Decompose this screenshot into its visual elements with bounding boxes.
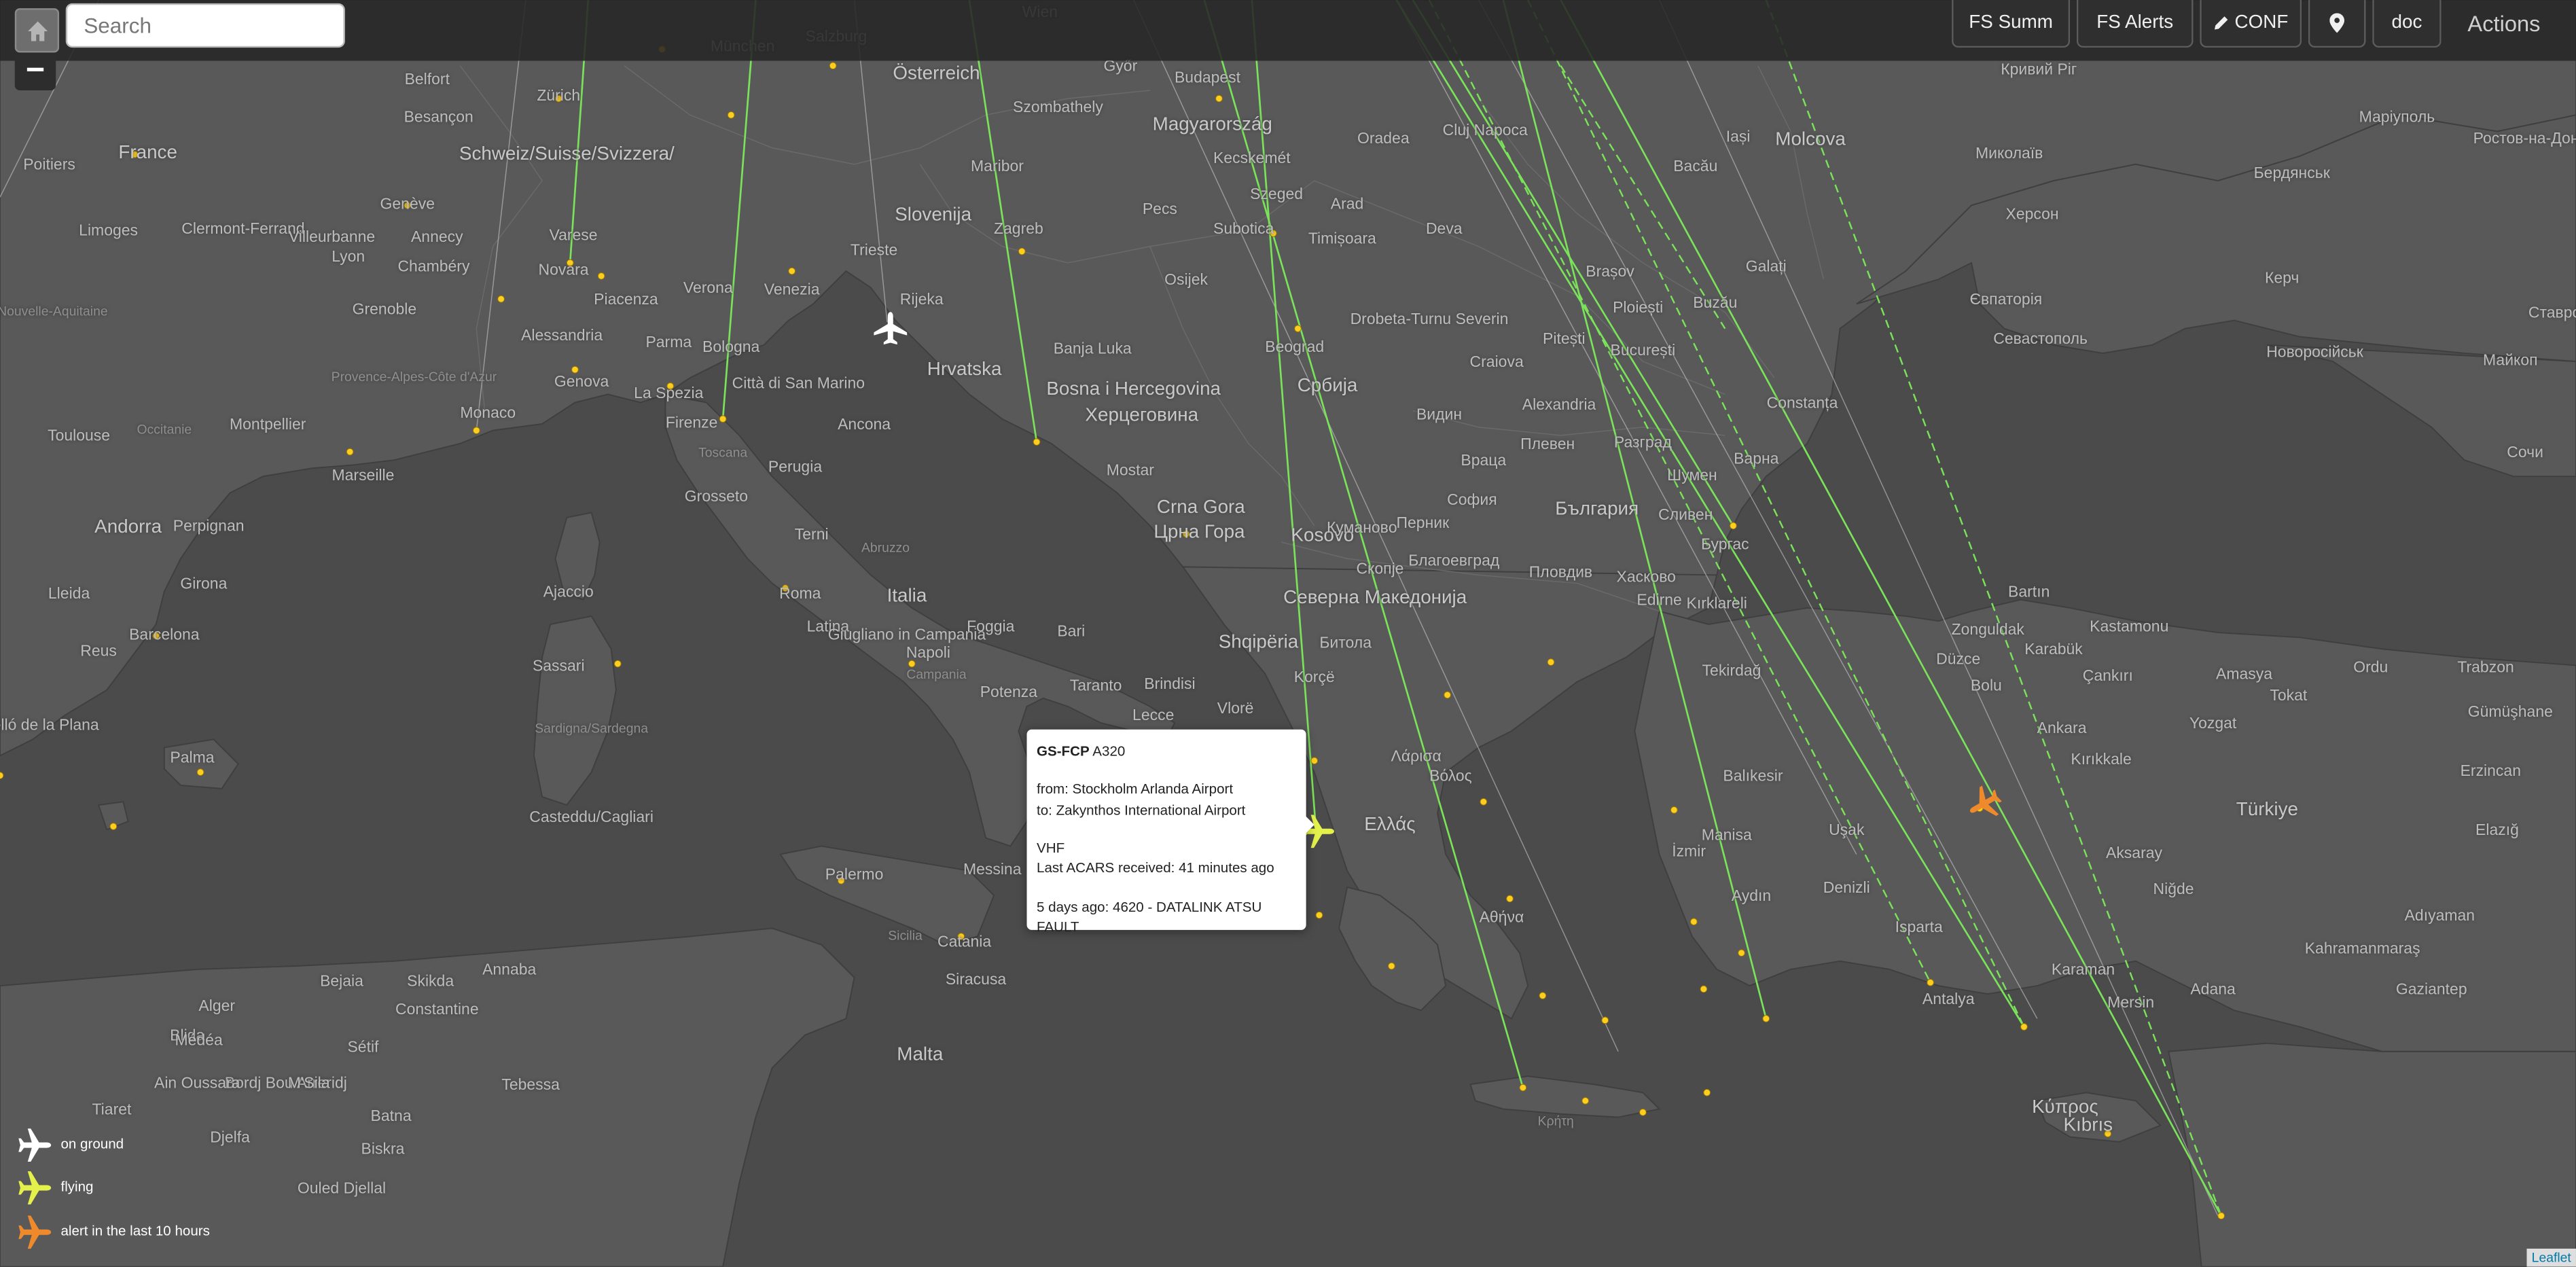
plane-yellow-icon [18,1171,52,1204]
plane-white-icon [18,1128,52,1162]
conf-button[interactable]: CONF [2200,0,2302,48]
pencil-icon [2215,16,2228,30]
home-button[interactable] [14,8,60,53]
popup-aircraft-type: A320 [1092,743,1126,760]
land-layer [0,0,2576,1267]
zoom-out-button[interactable]: − [14,54,56,91]
fs-alerts-button[interactable]: FS Alerts [2076,0,2194,48]
leaflet-attribution[interactable]: Leaflet [2526,1248,2576,1267]
fs-summ-button[interactable]: FS Summ [1952,0,2071,48]
home-icon [26,20,47,41]
legend-alert-label: alert in the last 10 hours [60,1222,210,1239]
plane-orange-icon [18,1215,52,1249]
conf-label: CONF [2234,13,2289,33]
actions-menu[interactable]: Actions [2467,12,2540,36]
fs-alerts-label: FS Alerts [2096,13,2174,33]
doc-label: doc [2391,13,2422,33]
legend-on-ground-label: on ground [60,1135,124,1152]
legend-flying-label: flying [60,1177,94,1195]
doc-button[interactable]: doc [2372,0,2441,48]
fs-summ-label: FS Summ [1969,13,2053,33]
popup-alert: 5 days ago: 4620 - DATALINK ATSU FAULT [1037,897,1262,935]
popup-tip [1302,813,1314,836]
popup-registration: GS-FCP [1037,743,1090,760]
map-marker-icon [2329,13,2345,33]
location-button[interactable] [2308,0,2366,48]
map-canvas[interactable] [0,0,2576,1267]
popup-to: to: Zakynthos International Airport [1037,801,1246,818]
popup-from: from: Stockholm Arlanda Airport [1037,781,1234,798]
popup-last-acars: Last ACARS received: 41 minutes ago [1037,859,1274,876]
popup-title: GS-FCP A320 [1037,741,1296,762]
search-input[interactable] [65,3,345,48]
aircraft-popup: GS-FCP A320 from: Stockholm Arlanda Airp… [1026,729,1306,935]
map-stage[interactable]: Belfort Besançon France Poitiers Limoges Cler… [0,0,2576,1267]
popup-link: VHF [1037,839,1065,856]
